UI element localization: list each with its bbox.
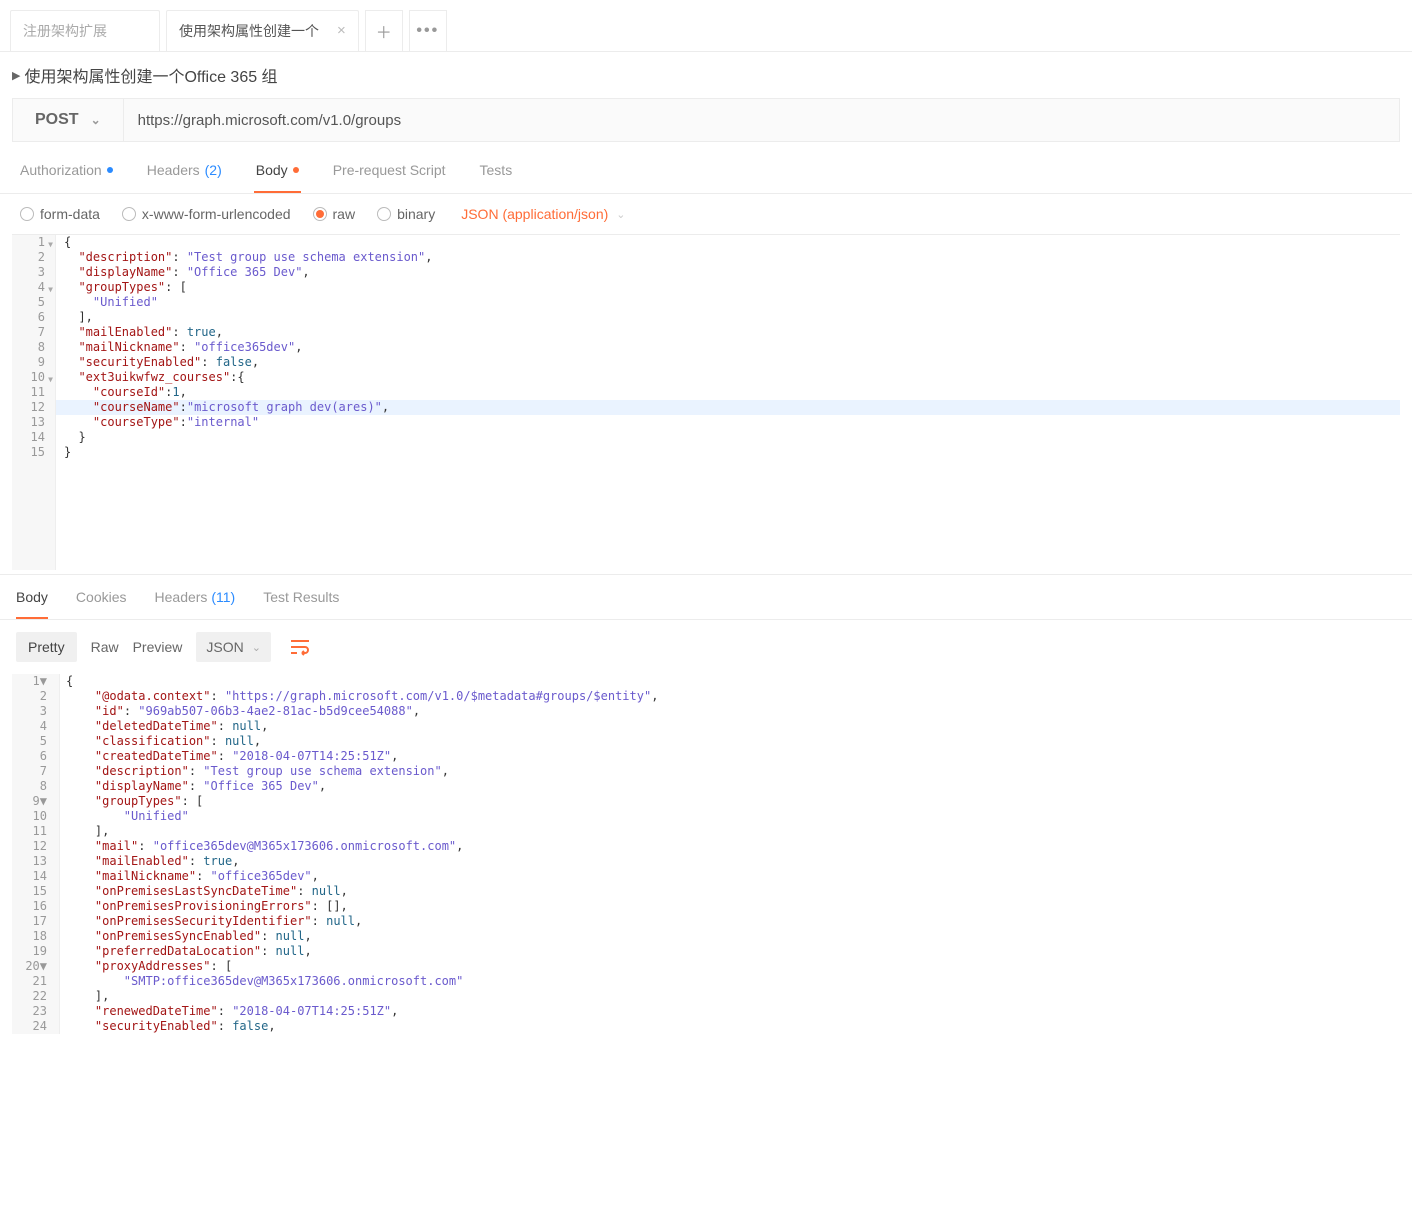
code-line[interactable]: 18 "onPremisesSyncEnabled": null, [12, 929, 1400, 944]
more-tabs-button[interactable]: ••• [409, 10, 447, 51]
tab-response-body[interactable]: Body [16, 589, 48, 619]
tab-response-cookies[interactable]: Cookies [76, 589, 127, 619]
response-body-editor[interactable]: 1▼{2 "@odata.context": "https://graph.mi… [12, 674, 1400, 1034]
tabs-bar: 注册架构扩展 使用架构属性创建一个 × ＋ ••• [0, 0, 1412, 52]
view-raw[interactable]: Raw [91, 639, 119, 655]
code-line[interactable]: 14 "mailNickname": "office365dev", [12, 869, 1400, 884]
fold-icon[interactable]: ▼ [40, 959, 47, 973]
tab-label: 使用架构属性创建一个 [179, 21, 319, 41]
view-pretty[interactable]: Pretty [16, 632, 77, 662]
code-line[interactable]: 12 "courseName":"microsoft graph dev(are… [12, 400, 1400, 415]
close-icon[interactable]: × [337, 23, 346, 38]
add-tab-button[interactable]: ＋ [365, 10, 403, 51]
tab-authorization[interactable]: Authorization [18, 148, 115, 193]
view-preview[interactable]: Preview [133, 639, 183, 655]
code-line[interactable]: 3 "displayName": "Office 365 Dev", [12, 265, 1400, 280]
code-line[interactable]: 4 "deletedDateTime": null, [12, 719, 1400, 734]
method-select[interactable]: POST ⌄ [13, 99, 124, 141]
code-line[interactable]: 10 "Unified" [12, 809, 1400, 824]
code-line[interactable]: 23 "renewedDateTime": "2018-04-07T14:25:… [12, 1004, 1400, 1019]
method-label: POST [35, 111, 79, 129]
code-line[interactable]: 13 "mailEnabled": true, [12, 854, 1400, 869]
content-type-select[interactable]: JSON (application/json) ⌄ [461, 206, 625, 222]
code-line[interactable]: 1▼{ [12, 674, 1400, 689]
code-line[interactable]: 12 "mail": "office365dev@M365x173606.onm… [12, 839, 1400, 854]
title-text: 使用架构属性创建一个Office 365 组 [24, 63, 277, 87]
chevron-down-icon: ⌄ [252, 641, 261, 654]
code-line[interactable]: 19 "preferredDataLocation": null, [12, 944, 1400, 959]
tab-body[interactable]: Body [254, 148, 301, 193]
fold-icon[interactable]: ▼ [40, 674, 47, 688]
radio-form-data[interactable]: form-data [20, 206, 100, 222]
code-line[interactable]: 8 "mailNickname": "office365dev", [12, 340, 1400, 355]
tab-create-group[interactable]: 使用架构属性创建一个 × [166, 10, 359, 51]
caret-right-icon: ▶ [12, 69, 20, 82]
response-view-row: Pretty Raw Preview JSON ⌄ [0, 620, 1412, 674]
code-line[interactable]: 6 ], [12, 310, 1400, 325]
code-line[interactable]: 6 "createdDateTime": "2018-04-07T14:25:5… [12, 749, 1400, 764]
code-line[interactable]: 21 "SMTP:office365dev@M365x173606.onmicr… [12, 974, 1400, 989]
code-line[interactable]: 15} [12, 445, 1400, 460]
code-line[interactable]: 15 "onPremisesLastSyncDateTime": null, [12, 884, 1400, 899]
chevron-down-icon: ⌄ [91, 113, 101, 127]
indicator-dot [107, 167, 113, 173]
tab-prerequest[interactable]: Pre-request Script [331, 148, 448, 193]
tab-response-headers[interactable]: Headers (11) [155, 589, 236, 619]
code-line[interactable]: 7 "description": "Test group use schema … [12, 764, 1400, 779]
tab-register-schema[interactable]: 注册架构扩展 [10, 10, 160, 51]
code-line[interactable]: 3 "id": "969ab507-06b3-4ae2-81ac-b5d9cee… [12, 704, 1400, 719]
code-line[interactable]: 13 "courseType":"internal" [12, 415, 1400, 430]
radio-binary[interactable]: binary [377, 206, 435, 222]
tab-tests[interactable]: Tests [478, 148, 515, 193]
request-body-editor[interactable]: 1▼{2 "description": "Test group use sche… [12, 234, 1400, 570]
code-line[interactable]: 22 ], [12, 989, 1400, 1004]
code-line[interactable]: 5 "classification": null, [12, 734, 1400, 749]
code-line[interactable]: 20▼ "proxyAddresses": [ [12, 959, 1400, 974]
code-line[interactable]: 1▼{ [12, 235, 1400, 250]
response-tabs: Body Cookies Headers (11) Test Results [0, 575, 1412, 620]
code-line[interactable]: 16 "onPremisesProvisioningErrors": [], [12, 899, 1400, 914]
url-input[interactable] [124, 99, 1399, 141]
code-line[interactable]: 8 "displayName": "Office 365 Dev", [12, 779, 1400, 794]
code-line[interactable]: 24 "securityEnabled": false, [12, 1019, 1400, 1034]
wrap-lines-button[interactable] [285, 633, 315, 661]
code-line[interactable]: 5 "Unified" [12, 295, 1400, 310]
radio-x-www-form-urlencoded[interactable]: x-www-form-urlencoded [122, 206, 291, 222]
chevron-down-icon: ⌄ [616, 208, 625, 221]
code-line[interactable]: 14 } [12, 430, 1400, 445]
indicator-dot [293, 167, 299, 173]
tab-response-tests[interactable]: Test Results [263, 589, 339, 619]
tab-headers[interactable]: Headers (2) [145, 148, 224, 193]
code-line[interactable]: 17 "onPremisesSecurityIdentifier": null, [12, 914, 1400, 929]
fold-icon[interactable]: ▼ [40, 794, 47, 808]
code-line[interactable]: 7 "mailEnabled": true, [12, 325, 1400, 340]
code-line[interactable]: 10▼ "ext3uikwfwz_courses":{ [12, 370, 1400, 385]
response-type-select[interactable]: JSON ⌄ [196, 632, 271, 662]
response-section: Body Cookies Headers (11) Test Results P… [0, 574, 1412, 1034]
code-line[interactable]: 9 "securityEnabled": false, [12, 355, 1400, 370]
request-tabs: Authorization Headers (2) Body Pre-reque… [0, 148, 1412, 194]
code-line[interactable]: 11 "courseId":1, [12, 385, 1400, 400]
request-url-row: POST ⌄ [12, 98, 1400, 142]
request-title[interactable]: ▶ 使用架构属性创建一个Office 365 组 [0, 52, 1412, 98]
code-line[interactable]: 2 "description": "Test group use schema … [12, 250, 1400, 265]
code-line[interactable]: 4▼ "groupTypes": [ [12, 280, 1400, 295]
code-line[interactable]: 2 "@odata.context": "https://graph.micro… [12, 689, 1400, 704]
radio-raw[interactable]: raw [313, 206, 356, 222]
tab-label: 注册架构扩展 [23, 21, 107, 41]
code-line[interactable]: 9▼ "groupTypes": [ [12, 794, 1400, 809]
body-type-row: form-data x-www-form-urlencoded raw bina… [0, 194, 1412, 234]
code-line[interactable]: 11 ], [12, 824, 1400, 839]
